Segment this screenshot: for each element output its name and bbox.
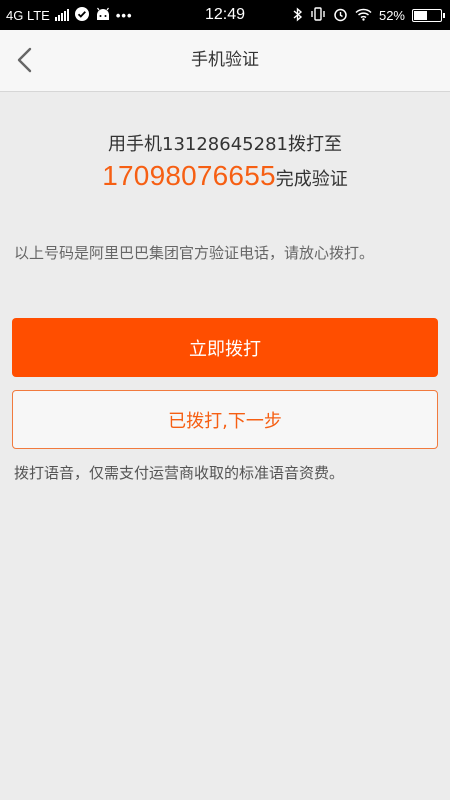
charges-footnote: 拨打语音，仅需支付运营商收取的标准语音资费。 [14,464,345,482]
nav-bar: 手机验证 [0,30,450,92]
caller-instruction: 用手机13128645281拨打至 [108,134,342,155]
next-step-button[interactable]: 已拨打,下一步 [12,390,438,449]
battery-percent: 52% [378,7,405,23]
vibrate-icon [310,7,326,23]
battery-fill [414,10,427,20]
alarm-icon [333,7,348,24]
official-number-notice: 以上号码是阿里巴巴集团官方验证电话，请放心拨打。 [14,244,375,262]
status-bar-right: 52% [293,0,445,30]
battery-icon [412,8,445,22]
chevron-left-icon [17,47,32,73]
status-bar: 4G LTE ••• 12:49 52% [0,0,450,30]
page-title: 手机验证 [191,50,259,70]
target-phone-number: 17098076655 [102,160,276,191]
call-now-button[interactable]: 立即拨打 [12,318,438,377]
wifi-icon [355,8,372,23]
target-number-line: 17098076655完成验证 [0,160,450,192]
bluetooth-icon [293,6,303,24]
complete-verification-label: 完成验证 [275,169,348,190]
back-button[interactable] [12,44,42,76]
